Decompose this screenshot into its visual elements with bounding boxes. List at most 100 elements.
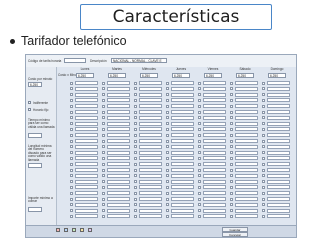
slot-checkbox[interactable]	[230, 110, 233, 114]
time-slot-field[interactable]	[75, 115, 98, 120]
time-slot-field[interactable]	[139, 168, 162, 172]
time-slot-field[interactable]	[267, 168, 290, 172]
slot-checkbox[interactable]	[262, 87, 265, 91]
time-slot-field[interactable]	[203, 150, 226, 155]
time-slot-field[interactable]	[139, 115, 162, 120]
time-slot-field[interactable]	[171, 156, 194, 161]
slot-checkbox[interactable]	[166, 203, 169, 207]
time-slot-field[interactable]	[75, 127, 98, 132]
time-slot-field[interactable]	[171, 144, 194, 149]
min-amount-input[interactable]	[28, 207, 42, 212]
slot-checkbox[interactable]	[230, 127, 233, 131]
slot-checkbox[interactable]	[262, 104, 265, 108]
slot-checkbox[interactable]	[262, 93, 265, 97]
time-slot-field[interactable]	[107, 191, 130, 196]
left-cost-input[interactable]: 6,250	[28, 82, 42, 87]
slot-checkbox[interactable]	[230, 87, 233, 91]
time-slot-field[interactable]	[203, 202, 226, 207]
slot-checkbox[interactable]	[166, 122, 169, 126]
time-slot-field[interactable]	[139, 179, 162, 184]
slot-checkbox[interactable]	[70, 185, 73, 189]
slot-checkbox[interactable]	[230, 151, 233, 155]
time-slot-field[interactable]	[171, 185, 194, 190]
slot-checkbox[interactable]	[166, 93, 169, 97]
slot-checkbox[interactable]	[262, 209, 265, 213]
time-slot-field[interactable]	[75, 121, 98, 126]
slot-checkbox[interactable]	[70, 156, 73, 160]
time-slot-field[interactable]	[203, 139, 226, 143]
slot-checkbox[interactable]	[230, 81, 233, 85]
time-slot-field[interactable]	[75, 197, 98, 201]
slot-checkbox[interactable]	[166, 139, 169, 143]
time-slot-field[interactable]	[235, 92, 258, 97]
time-slot-field[interactable]	[235, 81, 258, 85]
slot-checkbox[interactable]	[166, 209, 169, 213]
time-slot-field[interactable]	[107, 127, 130, 132]
slot-checkbox[interactable]	[102, 203, 105, 207]
slot-checkbox[interactable]	[166, 185, 169, 189]
time-slot-field[interactable]	[75, 150, 98, 155]
time-slot-field[interactable]	[235, 197, 258, 201]
slot-checkbox[interactable]	[102, 197, 105, 201]
slot-checkbox[interactable]	[262, 203, 265, 207]
time-slot-field[interactable]	[107, 173, 130, 178]
time-slot-field[interactable]	[203, 173, 226, 178]
time-slot-field[interactable]	[267, 185, 290, 190]
time-slot-field[interactable]	[75, 144, 98, 149]
slot-checkbox[interactable]	[198, 133, 201, 137]
time-slot-field[interactable]	[107, 144, 130, 149]
slot-checkbox[interactable]	[134, 139, 137, 143]
time-slot-field[interactable]	[267, 127, 290, 132]
time-slot-field[interactable]	[267, 197, 290, 201]
time-slot-field[interactable]	[107, 104, 130, 109]
time-slot-field[interactable]	[235, 144, 258, 149]
slot-checkbox[interactable]	[134, 104, 137, 108]
time-slot-field[interactable]	[139, 162, 162, 167]
time-slot-field[interactable]	[139, 110, 162, 114]
slot-checkbox[interactable]	[198, 197, 201, 201]
slot-checkbox[interactable]	[166, 180, 169, 184]
time-slot-field[interactable]	[171, 208, 194, 213]
time-slot-field[interactable]	[75, 139, 98, 143]
time-slot-field[interactable]	[107, 156, 130, 161]
slot-checkbox[interactable]	[230, 93, 233, 97]
time-slot-field[interactable]	[107, 162, 130, 167]
indiferente-checkbox[interactable]	[28, 101, 31, 104]
slot-checkbox[interactable]	[262, 122, 265, 126]
time-slot-field[interactable]	[107, 185, 130, 190]
slot-checkbox[interactable]	[230, 156, 233, 160]
time-slot-field[interactable]	[75, 92, 98, 97]
cancel-button[interactable]: Cancelar	[222, 232, 248, 237]
day-cost-input[interactable]: 6,250	[76, 73, 94, 78]
slot-checkbox[interactable]	[166, 81, 169, 85]
day-cost-input[interactable]: 6,250	[172, 73, 190, 78]
time-slot-field[interactable]	[203, 197, 226, 201]
time-slot-field[interactable]	[107, 81, 130, 85]
slot-checkbox[interactable]	[230, 197, 233, 201]
slot-checkbox[interactable]	[134, 98, 137, 102]
time-slot-field[interactable]	[203, 98, 226, 103]
time-slot-field[interactable]	[203, 81, 226, 85]
slot-checkbox[interactable]	[198, 98, 201, 102]
time-slot-field[interactable]	[75, 81, 98, 85]
time-slot-field[interactable]	[203, 127, 226, 132]
time-slot-field[interactable]	[235, 173, 258, 178]
time-slot-field[interactable]	[171, 92, 194, 97]
slot-checkbox[interactable]	[70, 145, 73, 149]
time-slot-field[interactable]	[203, 168, 226, 172]
slot-checkbox[interactable]	[230, 122, 233, 126]
slot-checkbox[interactable]	[262, 174, 265, 178]
slot-checkbox[interactable]	[70, 191, 73, 195]
slot-checkbox[interactable]	[70, 139, 73, 143]
time-slot-field[interactable]	[267, 110, 290, 114]
slot-checkbox[interactable]	[262, 168, 265, 172]
slot-checkbox[interactable]	[198, 174, 201, 178]
time-slot-field[interactable]	[75, 179, 98, 184]
time-slot-field[interactable]	[267, 162, 290, 167]
slot-checkbox[interactable]	[102, 93, 105, 97]
time-slot-field[interactable]	[107, 86, 130, 91]
time-slot-field[interactable]	[139, 127, 162, 132]
slot-checkbox[interactable]	[230, 104, 233, 108]
slot-checkbox[interactable]	[262, 133, 265, 137]
time-slot-field[interactable]	[139, 156, 162, 161]
